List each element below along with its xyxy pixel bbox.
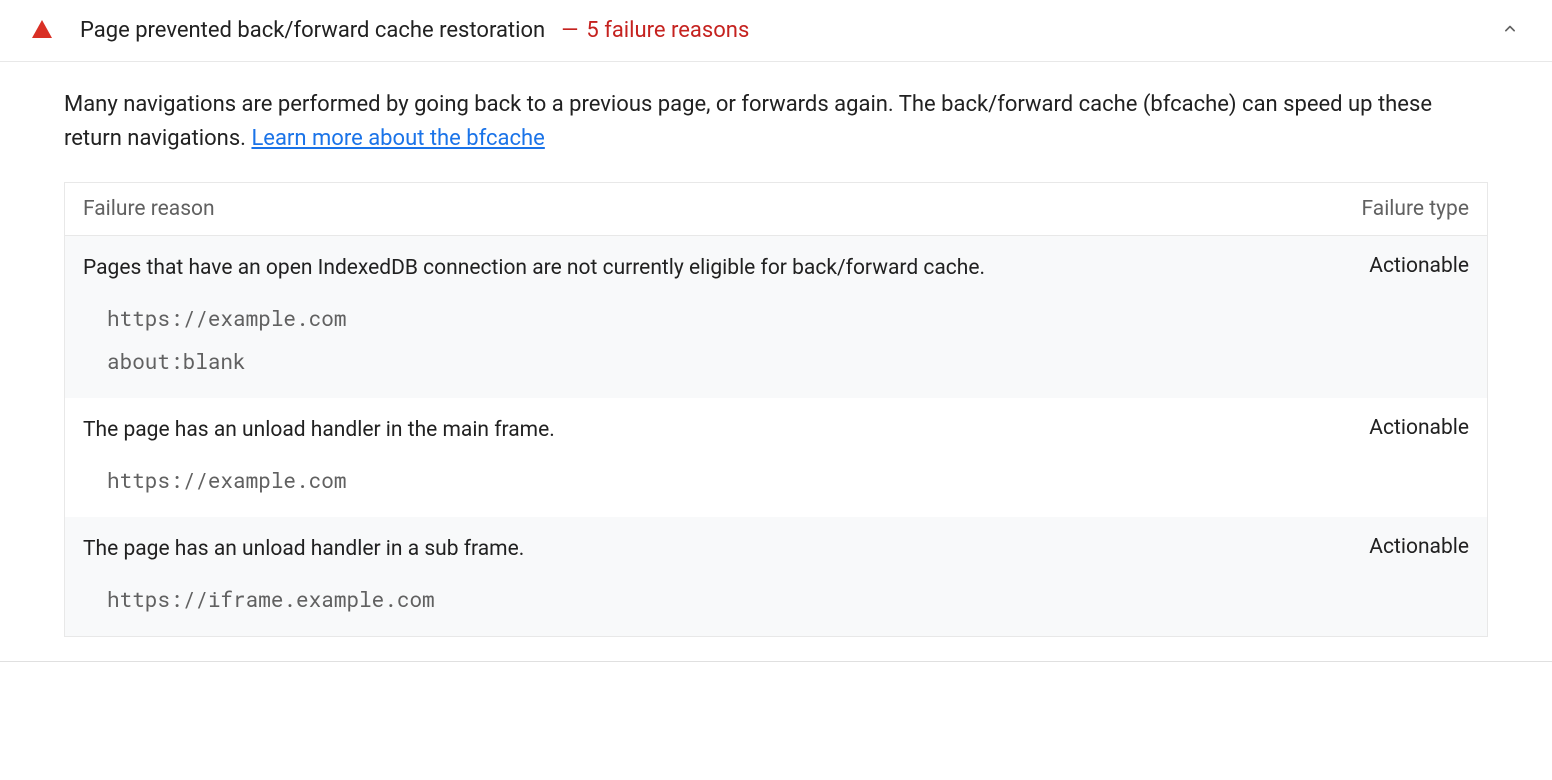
table-row: The page has an unload handler in a sub … [65, 517, 1487, 636]
separator-dash: — [561, 18, 578, 43]
chevron-up-icon[interactable] [1500, 19, 1520, 43]
learn-more-link[interactable]: Learn more about the bfcache [251, 126, 544, 151]
url-item: https://example.com [107, 466, 1469, 495]
failure-type-text: Actionable [1309, 254, 1469, 278]
column-header-type: Failure type [1309, 197, 1469, 221]
failure-reason-text: The page has an unload handler in a sub … [83, 535, 1309, 564]
table-row: The page has an unload handler in the ma… [65, 398, 1487, 517]
audit-description: Many navigations are performed by going … [0, 62, 1552, 182]
column-header-reason: Failure reason [83, 197, 1309, 221]
footer-divider [0, 661, 1552, 662]
audit-header[interactable]: Page prevented back/forward cache restor… [0, 0, 1552, 62]
url-list: https://iframe.example.com [83, 585, 1469, 614]
failure-table: Failure reason Failure type Pages that h… [64, 182, 1488, 637]
failure-reason-text: Pages that have an open IndexedDB connec… [83, 254, 1309, 283]
failure-type-text: Actionable [1309, 416, 1469, 440]
table-header-row: Failure reason Failure type [65, 183, 1487, 236]
failure-count: 5 failure reasons [586, 18, 749, 43]
table-row: Pages that have an open IndexedDB connec… [65, 236, 1487, 398]
failure-type-text: Actionable [1309, 535, 1469, 559]
failure-reason-text: The page has an unload handler in the ma… [83, 416, 1309, 445]
audit-title: Page prevented back/forward cache restor… [80, 18, 545, 43]
url-list: https://example.com [83, 466, 1469, 495]
url-item: https://iframe.example.com [107, 585, 1469, 614]
url-item: https://example.com [107, 304, 1469, 333]
url-list: https://example.com about:blank [83, 304, 1469, 377]
url-item: about:blank [107, 347, 1469, 376]
warning-triangle-icon [32, 20, 52, 42]
